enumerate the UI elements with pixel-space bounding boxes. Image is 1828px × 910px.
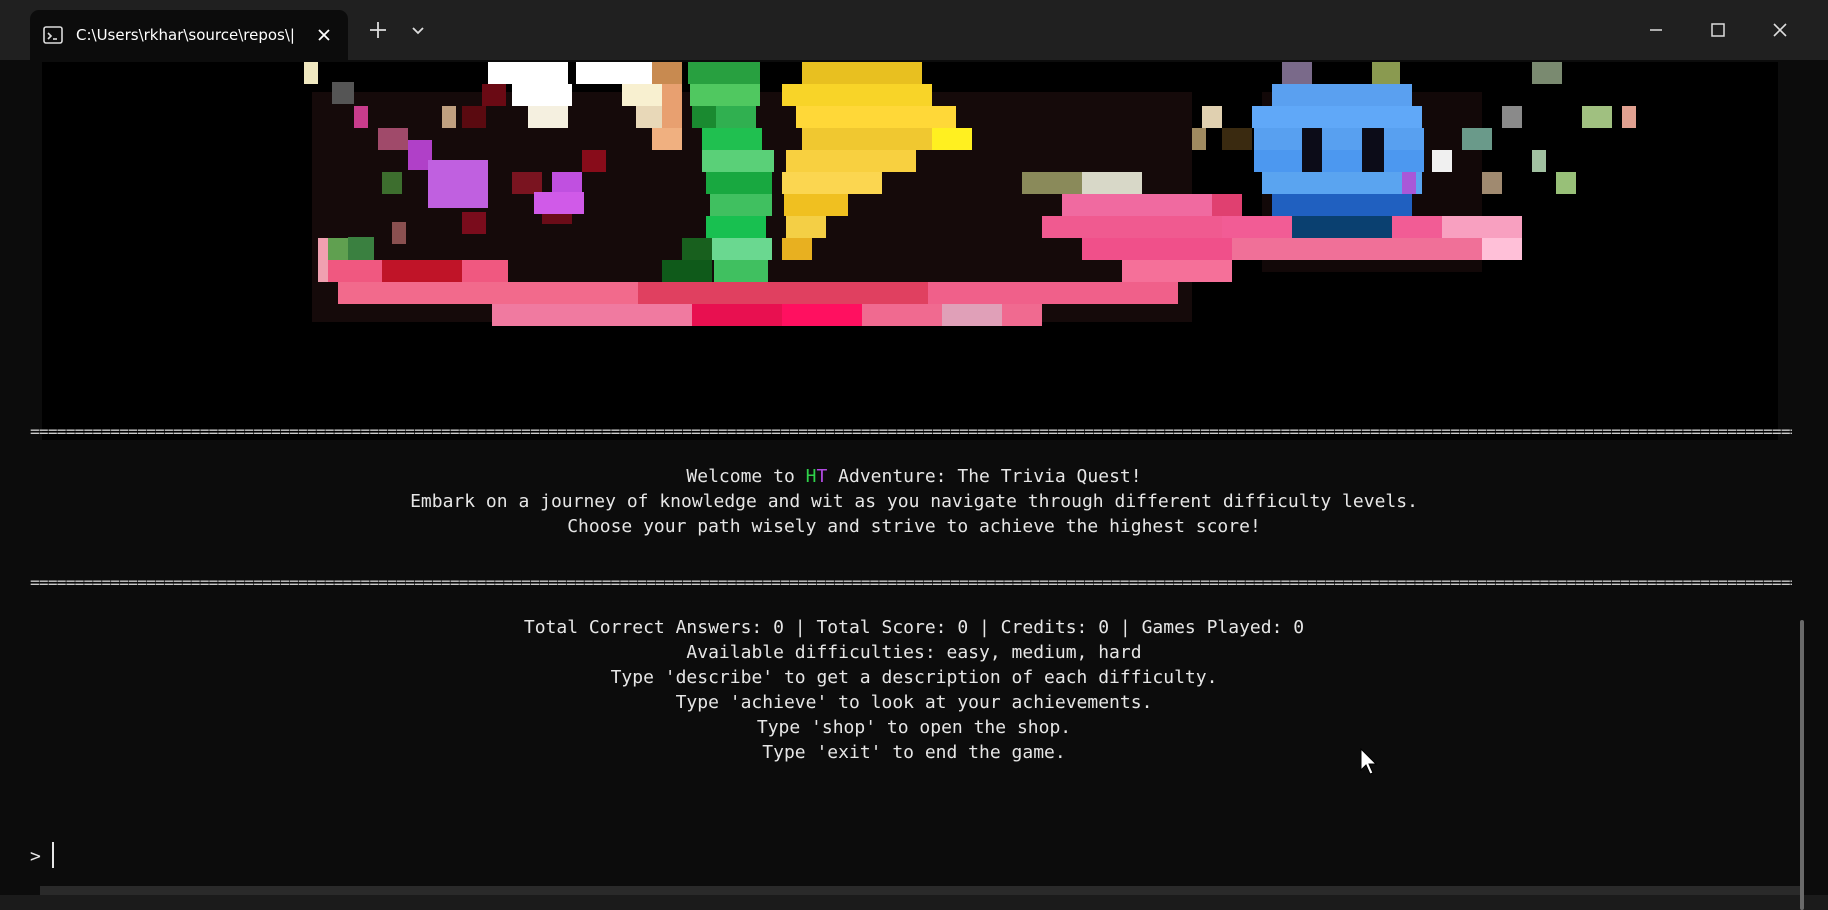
exit-line: Type 'exit' to end the game. (762, 742, 1066, 763)
close-icon[interactable] (314, 25, 334, 45)
intro-line-3: Choose your path wisely and strive to ac… (567, 516, 1261, 537)
pixel-art-image (304, 62, 1636, 326)
intro-line-2: Embark on a journey of knowledge and wit… (410, 491, 1418, 512)
separator-top: ========================================… (30, 422, 1792, 441)
pixel-art-banner (42, 62, 1778, 440)
terminal-output[interactable]: ========================================… (18, 60, 1810, 910)
minimize-icon[interactable] (1638, 12, 1674, 48)
window-bottom-edge (40, 886, 1800, 895)
chevron-down-icon[interactable] (408, 20, 428, 40)
welcome-prefix: Welcome to (686, 466, 806, 487)
terminal-icon (43, 26, 63, 44)
difficulties-line: Available difficulties: easy, medium, ha… (686, 642, 1142, 663)
describe-line: Type 'describe' to get a description of … (610, 667, 1218, 688)
scrollbar-thumb[interactable] (1800, 620, 1804, 910)
stats-line: Total Correct Answers: 0 | Total Score: … (523, 617, 1305, 638)
tab-title: C:\Users\rkhar\source\repos\| (76, 26, 295, 44)
terminal-window: C:\Users\rkhar\source\repos\| ==========… (0, 0, 1828, 910)
close-window-icon[interactable] (1762, 12, 1798, 48)
shop-line: Type 'shop' to open the shop. (756, 717, 1072, 738)
text-caret[interactable] (52, 842, 54, 868)
welcome-letter-t: T (816, 466, 828, 487)
plus-icon[interactable] (366, 18, 390, 42)
terminal-tab[interactable]: C:\Users\rkhar\source\repos\| (30, 10, 348, 60)
mouse-pointer-icon (1360, 748, 1378, 775)
separator-bottom: ========================================… (30, 573, 1792, 592)
welcome-line: Welcome to HT Adventure: The Trivia Ques… (18, 466, 1810, 487)
maximize-icon[interactable] (1700, 12, 1736, 48)
scrollbar[interactable] (1800, 620, 1806, 910)
command-prompt: > (30, 846, 41, 867)
title-bar: C:\Users\rkhar\source\repos\| (0, 0, 1828, 60)
welcome-letter-h: H (805, 466, 817, 487)
achieve-line: Type 'achieve' to look at your achieveme… (675, 692, 1153, 713)
welcome-suffix: Adventure: The Trivia Quest! (827, 466, 1142, 487)
